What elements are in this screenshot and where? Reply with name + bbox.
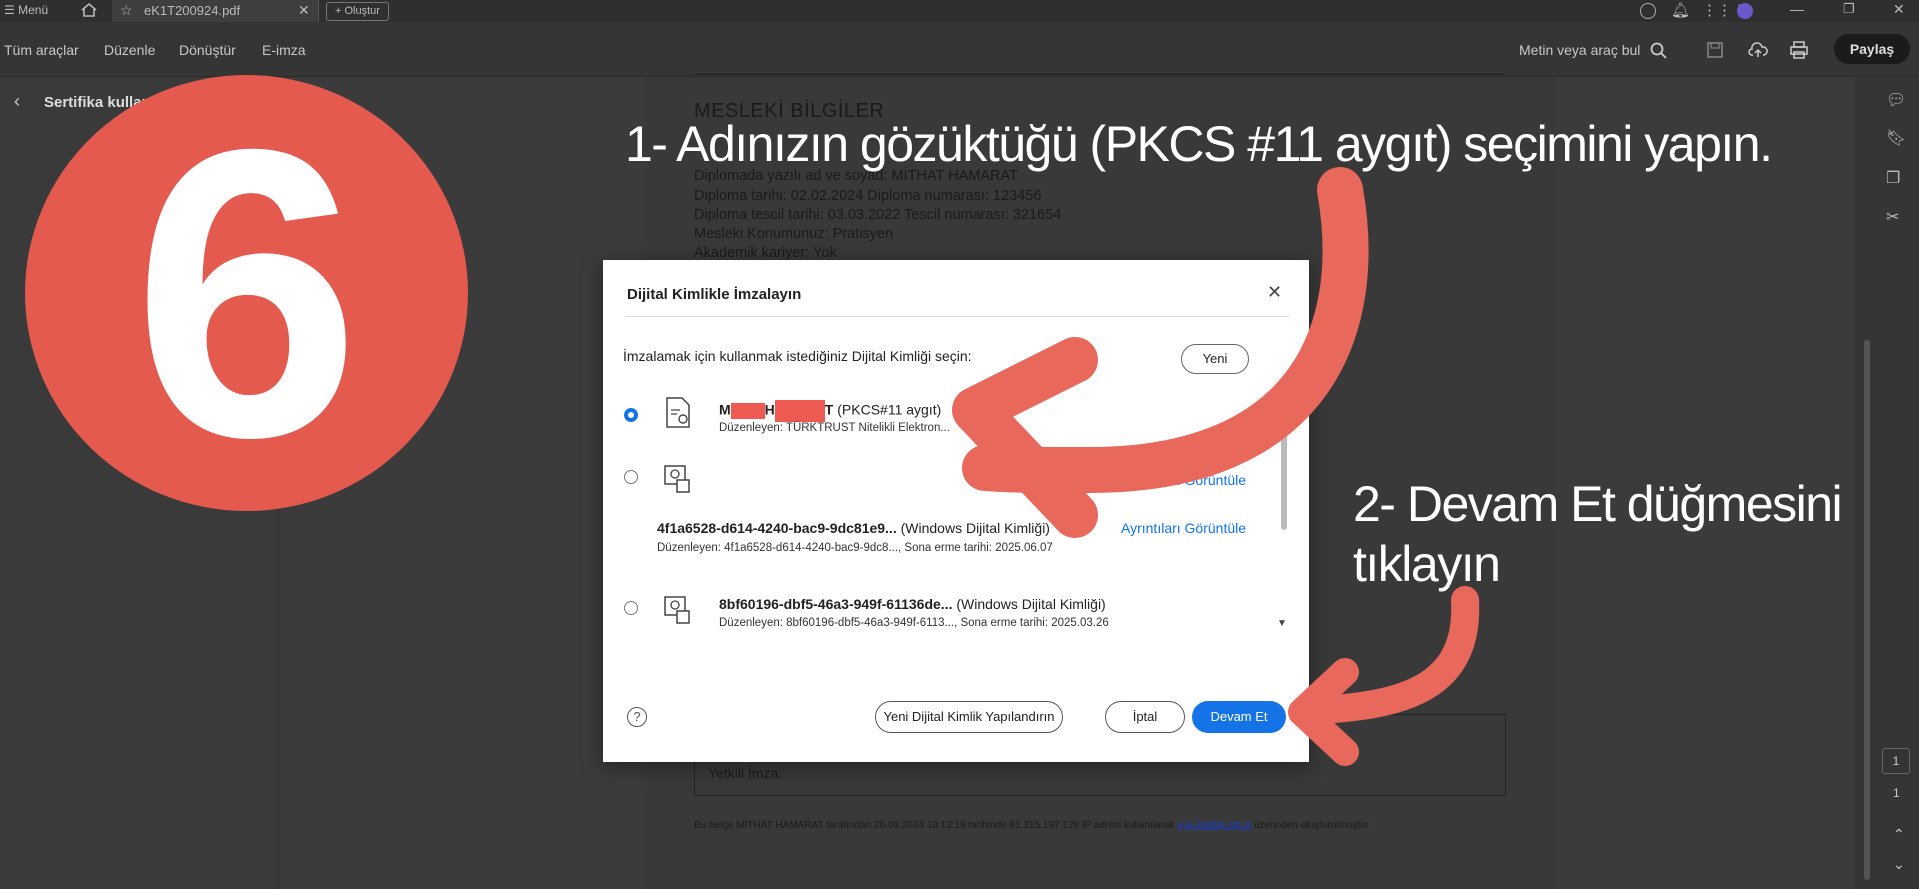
cert-radio-3[interactable] bbox=[624, 601, 638, 615]
view-details-link[interactable]: Ayrıntıları Görüntüle bbox=[1121, 520, 1246, 536]
comment-icon[interactable]: 💬︎ bbox=[1886, 90, 1906, 109]
certificate-icon bbox=[664, 465, 690, 493]
annotation-step2: 2- Devam Et düğmesini bbox=[1353, 476, 1843, 532]
esign-menu[interactable]: E-imza bbox=[262, 42, 306, 58]
share-button[interactable]: Paylaş bbox=[1834, 34, 1910, 64]
redaction bbox=[774, 400, 825, 422]
upload-icon[interactable] bbox=[1748, 41, 1768, 59]
bell-icon[interactable]: 🔔︎ bbox=[1671, 1, 1690, 19]
close-icon[interactable]: ✕ bbox=[298, 2, 310, 19]
star-icon[interactable]: ☆ bbox=[120, 2, 133, 19]
close-icon[interactable]: ✕ bbox=[1267, 282, 1282, 303]
chevron-down-icon[interactable]: ⌄ bbox=[1893, 856, 1905, 873]
save-icon[interactable] bbox=[1706, 41, 1724, 59]
window-close-button[interactable]: ✕ bbox=[1893, 1, 1905, 18]
cert-name-mid: H bbox=[764, 401, 775, 418]
restore-button[interactable]: ❐ bbox=[1843, 1, 1855, 17]
cert-type: (Windows Dijital Kimliği) bbox=[956, 596, 1106, 612]
redaction bbox=[730, 403, 765, 419]
hamburger-icon: ☰ bbox=[4, 3, 15, 17]
new-id-button[interactable]: Yeni bbox=[1181, 344, 1249, 374]
sign-dialog: Dijital Kimlikle İmzalayın ✕ İmzalamak i… bbox=[603, 260, 1309, 762]
print-icon[interactable] bbox=[1789, 41, 1809, 59]
doc-line: Akademik kariyer: Yok bbox=[694, 245, 837, 261]
annotation-step2-cont: tıklayın bbox=[1353, 536, 1501, 592]
all-tools-menu[interactable]: Tüm araçlar bbox=[4, 42, 79, 58]
title-bar: ☰ Menü ☆ eK1T200924.pdf ✕ + Oluştur 🔔︎ ⋮… bbox=[0, 0, 1919, 22]
continue-button[interactable]: Devam Et bbox=[1192, 701, 1286, 733]
convert-menu[interactable]: Dönüştür bbox=[179, 42, 236, 58]
cert-name-3[interactable]: 8bf60196-dbf5-46a3-949f-61136de... (Wind… bbox=[719, 596, 1106, 612]
doc-line: Diploma tescil tarihi: 03.03.2022 Tescil… bbox=[694, 207, 1062, 223]
cert-issuer-3: Düzenleyen: 8bf60196-dbf5-46a3-949f-6113… bbox=[719, 617, 1109, 629]
cert-name: 8bf60196-dbf5-46a3-949f-61136de... bbox=[719, 596, 953, 612]
cert-name: 4f1a6528-d614-4240-bac9-9dc81e9... bbox=[657, 520, 897, 536]
scroll-down-icon[interactable]: ▼ bbox=[1277, 618, 1287, 629]
home-icon[interactable] bbox=[80, 2, 98, 18]
cert-issuer-2: Düzenleyen: 4f1a6528-d614-4240-bac9-9dc8… bbox=[657, 542, 1053, 554]
avatar[interactable] bbox=[1737, 3, 1753, 19]
step-number: 6 bbox=[132, 64, 361, 522]
list-scrollbar[interactable] bbox=[1281, 390, 1287, 530]
create-button[interactable]: + Oluştur bbox=[326, 2, 389, 21]
cert-name-1[interactable]: M H T (PKCS#11 aygıt) bbox=[719, 400, 941, 422]
dialog-title: Dijital Kimlikle İmzalayın bbox=[627, 286, 802, 303]
certificate-icon bbox=[664, 596, 690, 624]
document-tab[interactable]: ☆ eK1T200924.pdf ✕ bbox=[112, 0, 319, 22]
footer-text: Bu belge MİTHAT HAMARAT tarafından 20.09… bbox=[694, 820, 1178, 831]
configure-id-button[interactable]: Yeni Dijital Kimlik Yapılandırın bbox=[875, 701, 1063, 733]
help-icon[interactable] bbox=[1640, 3, 1656, 19]
chevron-up-icon[interactable]: ⌃ bbox=[1893, 826, 1905, 843]
cert-name-start: M bbox=[719, 401, 731, 418]
footer-text-end: üzerinden oluşturulmuştur. bbox=[1251, 820, 1372, 831]
cert-issuer-1: Düzenleyen: TÜRKTRUST Nitelikli Elektron… bbox=[719, 422, 950, 434]
bookmark-icon[interactable]: 🔖︎ bbox=[1886, 128, 1906, 147]
create-label: Oluştur bbox=[344, 5, 380, 17]
search-icon[interactable] bbox=[1650, 42, 1668, 60]
footer-link[interactable]: uye.istabip.org.tr bbox=[1177, 820, 1251, 831]
cert-radio-1[interactable] bbox=[624, 408, 638, 422]
minimize-button[interactable]: — bbox=[1790, 1, 1804, 17]
view-details-link[interactable]: Ayrıntıları Görüntüle bbox=[1121, 472, 1246, 488]
search-label[interactable]: Metin veya araç bul bbox=[1519, 42, 1640, 58]
dialog-prompt: İmzalamak için kullanmak istediğiniz Dij… bbox=[623, 348, 972, 364]
edit-menu[interactable]: Düzenle bbox=[104, 42, 155, 58]
doc-footer: Bu belge MİTHAT HAMARAT tarafından 20.09… bbox=[694, 820, 1371, 831]
menu-label: Menü bbox=[18, 3, 49, 17]
signature-label: Yetkili İmza: bbox=[708, 765, 783, 781]
scrollbar[interactable] bbox=[1864, 340, 1870, 880]
cert-radio-2[interactable] bbox=[624, 470, 638, 484]
cert-type: (Windows Dijital Kimliği) bbox=[900, 520, 1050, 536]
page-number-input[interactable]: 1 bbox=[1882, 748, 1910, 774]
tools-icon[interactable]: ✂ bbox=[1886, 207, 1904, 226]
help-icon[interactable]: ? bbox=[627, 707, 647, 727]
cert-type: (PKCS#11 aygıt) bbox=[837, 401, 942, 418]
tab-label: eK1T200924.pdf bbox=[144, 3, 241, 18]
page-rule bbox=[694, 74, 1504, 75]
annotation-step1: 1- Adınızın gözüktüğü (PKCS #11 aygıt) s… bbox=[625, 116, 1773, 172]
doc-line: Diploma tarihi: 02.02.2024 Diploma numar… bbox=[694, 188, 1042, 204]
back-icon[interactable]: ‹ bbox=[14, 91, 20, 112]
cancel-button[interactable]: İptal bbox=[1105, 701, 1185, 733]
pages-icon[interactable]: ❐ bbox=[1886, 168, 1904, 187]
divider bbox=[625, 316, 1289, 317]
doc-line: Mesleki Konumunuz: Pratisyen bbox=[694, 226, 894, 242]
cert-name-end: T bbox=[824, 401, 834, 418]
page-total: 1 bbox=[1893, 786, 1900, 800]
certificate-icon bbox=[666, 397, 690, 428]
cert-name-2[interactable]: 4f1a6528-d614-4240-bac9-9dc81e9... (Wind… bbox=[657, 520, 1050, 536]
menu-button[interactable]: ☰ Menü bbox=[4, 3, 48, 17]
